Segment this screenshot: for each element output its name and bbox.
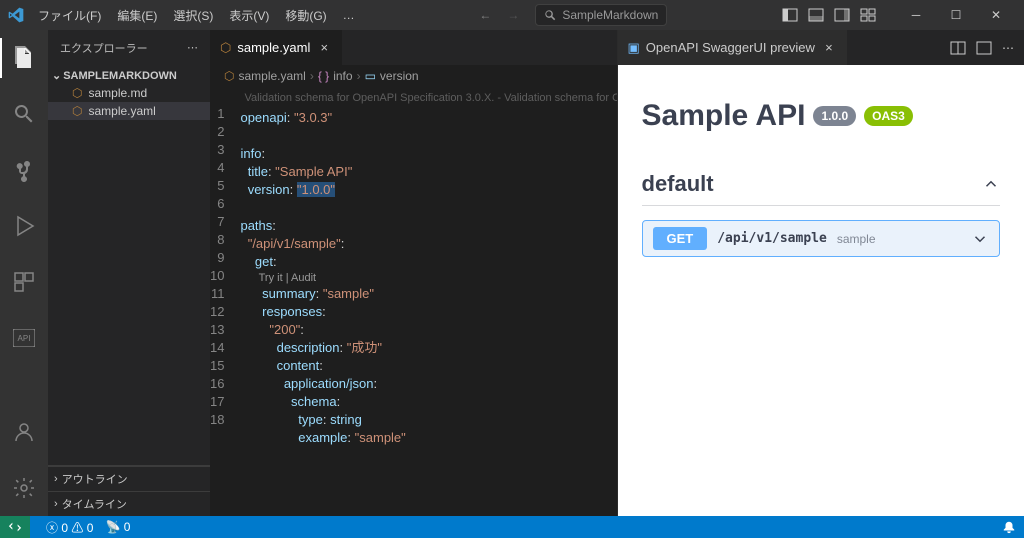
breadcrumb-file: sample.yaml bbox=[238, 69, 305, 83]
sidebar-more-icon[interactable]: ⋯ bbox=[187, 41, 198, 54]
menu-more[interactable]: … bbox=[337, 4, 361, 26]
chevron-right-icon: › bbox=[357, 69, 361, 83]
code-editor[interactable]: 123456789101112131415161718 Validation s… bbox=[210, 87, 617, 516]
nav-arrows: ← → bbox=[467, 8, 531, 22]
window-maximize-button[interactable]: ☐ bbox=[936, 0, 976, 30]
tab-close-button[interactable]: × bbox=[821, 40, 837, 55]
activity-explorer[interactable] bbox=[0, 38, 48, 78]
yaml-file-icon: ⬡ bbox=[220, 40, 231, 56]
status-problems[interactable]: ⓧ 0 ⚠ 0 bbox=[46, 519, 93, 536]
sidebar-project-header[interactable]: ⌄ SAMPLEMARKDOWN bbox=[48, 67, 210, 84]
menu-file[interactable]: ファイル(F) bbox=[32, 3, 107, 28]
operation-get-sample[interactable]: GET /api/v1/sample sample bbox=[642, 220, 1001, 257]
chevron-right-icon: › bbox=[54, 473, 58, 485]
chevron-up-icon bbox=[982, 175, 1000, 193]
chevron-down-icon bbox=[971, 230, 989, 248]
operation-summary: sample bbox=[837, 232, 876, 246]
api-title: Sample API bbox=[642, 99, 806, 133]
activity-extensions[interactable] bbox=[0, 262, 48, 302]
activity-bar: API bbox=[0, 30, 48, 516]
layout-sidebar-right-icon[interactable] bbox=[834, 7, 850, 23]
command-center[interactable]: SampleMarkdown bbox=[535, 4, 667, 26]
tab-close-button[interactable]: × bbox=[316, 40, 332, 55]
sidebar-timeline[interactable]: › タイムライン bbox=[48, 491, 210, 516]
operation-path: /api/v1/sample bbox=[717, 231, 827, 246]
operation-method: GET bbox=[653, 227, 708, 250]
api-oas-badge: OAS3 bbox=[864, 106, 913, 126]
tag-header-default[interactable]: default bbox=[642, 171, 1001, 206]
sidebar-project-name: SAMPLEMARKDOWN bbox=[63, 70, 177, 82]
activity-debug[interactable] bbox=[0, 206, 48, 246]
tab-sample-yaml[interactable]: ⬡ sample.yaml × bbox=[210, 30, 343, 65]
breadcrumb[interactable]: ⬡ sample.yaml › { } info › ▭ version bbox=[210, 65, 617, 87]
status-bar: ⓧ 0 ⚠ 0 📡 0 bbox=[0, 516, 1024, 538]
menu-go[interactable]: 移動(G) bbox=[279, 3, 332, 28]
string-icon: ▭ bbox=[365, 69, 376, 83]
codelens[interactable]: Try it | Audit bbox=[240, 271, 616, 285]
vscode-logo-icon bbox=[8, 7, 24, 23]
layout-customize-icon[interactable] bbox=[860, 7, 876, 23]
code-content[interactable]: Validation schema for OpenAPI Specificat… bbox=[240, 87, 616, 516]
editor-group-right: ▣ OpenAPI SwaggerUI preview × ⋯ Sample A… bbox=[617, 30, 1024, 516]
tab-swagger-preview[interactable]: ▣ OpenAPI SwaggerUI preview × bbox=[618, 30, 848, 65]
chevron-right-icon: › bbox=[310, 69, 314, 83]
menu-edit[interactable]: 編集(E) bbox=[111, 3, 163, 28]
layout-sidebar-icon[interactable] bbox=[782, 7, 798, 23]
status-ports[interactable]: 📡 0 bbox=[105, 520, 130, 534]
editor-group-left: ⬡ sample.yaml × ⬡ sample.yaml › { } info… bbox=[210, 30, 617, 516]
svg-text:API: API bbox=[18, 334, 31, 343]
editor-more-icon[interactable]: ⋯ bbox=[1002, 41, 1014, 55]
tab-label: sample.yaml bbox=[237, 40, 310, 55]
editor-tabs: ⬡ sample.yaml × bbox=[210, 30, 617, 65]
tab-label: OpenAPI SwaggerUI preview bbox=[646, 40, 815, 55]
error-icon: ⓧ bbox=[46, 521, 58, 535]
titlebar: ファイル(F) 編集(E) 選択(S) 表示(V) 移動(G) … ← → Sa… bbox=[0, 0, 1024, 30]
activity-scm[interactable] bbox=[0, 150, 48, 190]
chevron-down-icon: ⌄ bbox=[52, 69, 61, 82]
breadcrumb-node: version bbox=[380, 69, 419, 83]
file-icon: ⬡ bbox=[72, 104, 82, 118]
sidebar-title: エクスプローラー bbox=[60, 40, 148, 56]
window-minimize-button[interactable]: ─ bbox=[896, 0, 936, 30]
command-center-text: SampleMarkdown bbox=[562, 8, 658, 22]
activity-settings[interactable] bbox=[0, 468, 48, 508]
warning-icon: ⚠ bbox=[71, 521, 83, 535]
api-version-badge: 1.0.0 bbox=[813, 106, 856, 126]
sidebar: エクスプローラー ⋯ ⌄ SAMPLEMARKDOWN ⬡ sample.md ⬡ s… bbox=[48, 30, 210, 516]
swagger-preview: Sample API 1.0.0 OAS3 default GET /api/v… bbox=[618, 65, 1024, 516]
layout-panel-icon[interactable] bbox=[808, 7, 824, 23]
sidebar-file[interactable]: ⬡ sample.md bbox=[48, 84, 210, 102]
nav-forward-icon[interactable]: → bbox=[507, 8, 519, 22]
menu-view[interactable]: 表示(V) bbox=[223, 3, 275, 28]
sidebar-outline[interactable]: › アウトライン bbox=[48, 466, 210, 491]
activity-search[interactable] bbox=[0, 94, 48, 134]
window-close-button[interactable]: ✕ bbox=[976, 0, 1016, 30]
split-editor-icon[interactable] bbox=[950, 40, 966, 56]
status-remote[interactable] bbox=[0, 516, 30, 538]
activity-account[interactable] bbox=[0, 412, 48, 452]
ports-icon: 📡 bbox=[105, 520, 120, 534]
file-icon: ⬡ bbox=[72, 86, 82, 100]
braces-icon: { } bbox=[318, 69, 329, 83]
activity-openapi[interactable]: API bbox=[0, 318, 48, 358]
menu-selection[interactable]: 選択(S) bbox=[167, 3, 219, 28]
file-name: sample.md bbox=[88, 86, 147, 100]
preview-file-icon: ▣ bbox=[628, 40, 640, 56]
status-notifications[interactable] bbox=[1002, 520, 1016, 534]
api-title-row: Sample API 1.0.0 OAS3 bbox=[642, 99, 1001, 133]
preview-tabs: ▣ OpenAPI SwaggerUI preview × ⋯ bbox=[618, 30, 1024, 65]
yaml-file-icon: ⬡ bbox=[224, 69, 234, 83]
search-icon bbox=[544, 9, 556, 21]
breadcrumb-node: info bbox=[333, 69, 352, 83]
sidebar-file[interactable]: ⬡ sample.yaml bbox=[48, 102, 210, 120]
nav-back-icon[interactable]: ← bbox=[479, 8, 491, 22]
chevron-right-icon: › bbox=[54, 498, 58, 510]
toggle-preview-icon[interactable] bbox=[976, 40, 992, 56]
line-numbers: 123456789101112131415161718 bbox=[210, 87, 240, 516]
tag-name: default bbox=[642, 171, 714, 197]
file-name: sample.yaml bbox=[88, 104, 155, 118]
